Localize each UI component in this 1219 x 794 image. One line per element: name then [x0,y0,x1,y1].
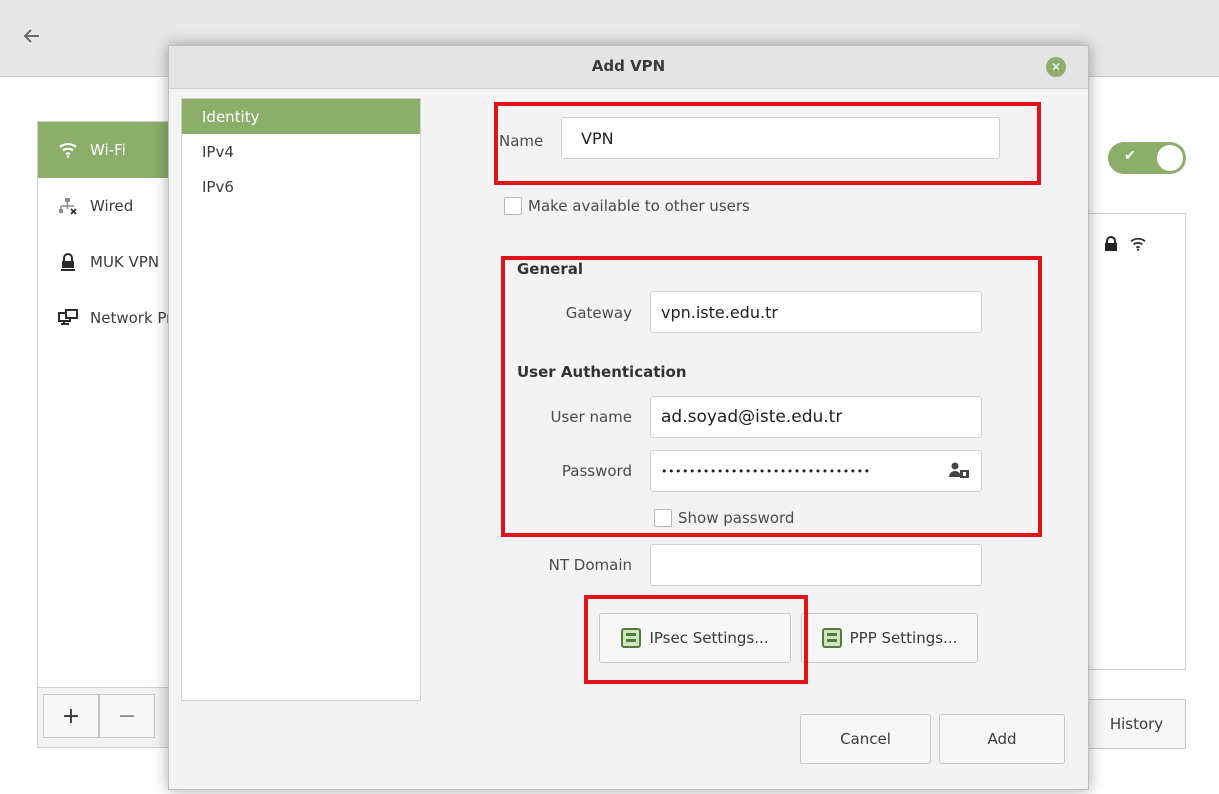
sidebar-item-network-proxy[interactable]: Network Proxy [38,290,178,346]
ppp-settings-button[interactable]: PPP Settings... [801,613,978,663]
ppp-settings-label: PPP Settings... [849,629,958,647]
history-button[interactable]: History [1087,699,1186,749]
nt-domain-label: NT Domain [548,556,632,574]
sidebar-footer: + − [38,687,178,747]
remove-connection-button[interactable]: − [99,694,155,738]
tab-ipv4[interactable]: IPv4 [182,134,420,169]
sidebar-item-vpn[interactable]: MUK VPN [38,234,178,290]
back-arrow-icon[interactable] [22,26,46,50]
network-list [1083,213,1186,670]
network-status-icons [1104,236,1146,256]
nt-domain-input[interactable] [650,544,982,586]
cancel-button[interactable]: Cancel [800,714,931,764]
network-icon [58,308,78,328]
vpn-lock-icon [58,252,78,272]
sidebar-item-label: Wired [90,197,134,215]
sidebar-item-wired[interactable]: Wired [38,178,178,234]
add-connection-button[interactable]: + [43,694,99,738]
check-icon: ✔ [1124,148,1136,164]
tab-ipv6[interactable]: IPv6 [182,169,420,204]
make-available-row[interactable]: Make available to other users [504,197,750,215]
highlight-box-name [494,102,1041,185]
wifi-icon [58,140,78,160]
wifi-signal-icon [1130,236,1146,256]
highlight-box-authentication [501,256,1042,537]
sidebar-item-label: Wi-Fi [90,141,126,159]
sidebar-item-wifi[interactable]: Wi-Fi [38,122,178,178]
sidebar-item-label: MUK VPN [90,253,160,271]
wired-icon [58,196,78,216]
settings-tab-list: Identity IPv4 IPv6 [181,98,421,701]
add-vpn-dialog: Add VPN ✕ Identity IPv4 IPv6 Name VPN Ma… [168,45,1089,790]
dialog-title: Add VPN [591,57,666,75]
wifi-toggle[interactable]: ✔ [1108,142,1186,174]
close-icon[interactable]: ✕ [1046,57,1066,77]
dialog-titlebar: Add VPN ✕ [169,46,1088,89]
sidebar-item-label: Network Proxy [90,309,178,327]
add-button[interactable]: Add [939,714,1065,764]
make-available-label: Make available to other users [528,197,750,215]
highlight-box-ipsec [584,595,808,684]
make-available-checkbox[interactable] [504,197,522,215]
settings-icon [821,628,842,648]
connection-sidebar: Wi-Fi Wired MUK VPN Network Proxy + − [37,121,178,748]
toggle-knob [1157,145,1183,171]
tab-identity[interactable]: Identity [182,99,420,134]
lock-icon [1104,236,1118,256]
